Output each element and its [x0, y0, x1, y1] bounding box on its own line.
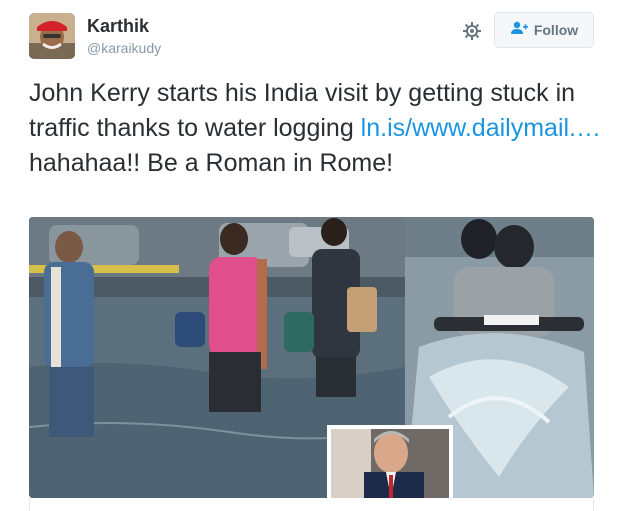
add-user-icon — [510, 21, 528, 40]
tweet-media-image[interactable] — [29, 217, 594, 498]
follow-button[interactable]: Follow — [494, 12, 594, 48]
tweet-text: John Kerry starts his India visit by get… — [29, 76, 604, 181]
gear-icon[interactable] — [462, 21, 482, 41]
tweet-text-after: hahahaa!! Be a Roman in Rome! — [29, 149, 394, 177]
user-handle[interactable]: @karaikudy — [87, 40, 161, 56]
user-name[interactable]: Karthik — [87, 16, 149, 37]
media-card-footer — [29, 498, 594, 511]
tweet-link[interactable]: ln.is/www.dailymail.… — [361, 114, 601, 142]
follow-label: Follow — [533, 22, 579, 38]
avatar[interactable] — [29, 13, 75, 59]
